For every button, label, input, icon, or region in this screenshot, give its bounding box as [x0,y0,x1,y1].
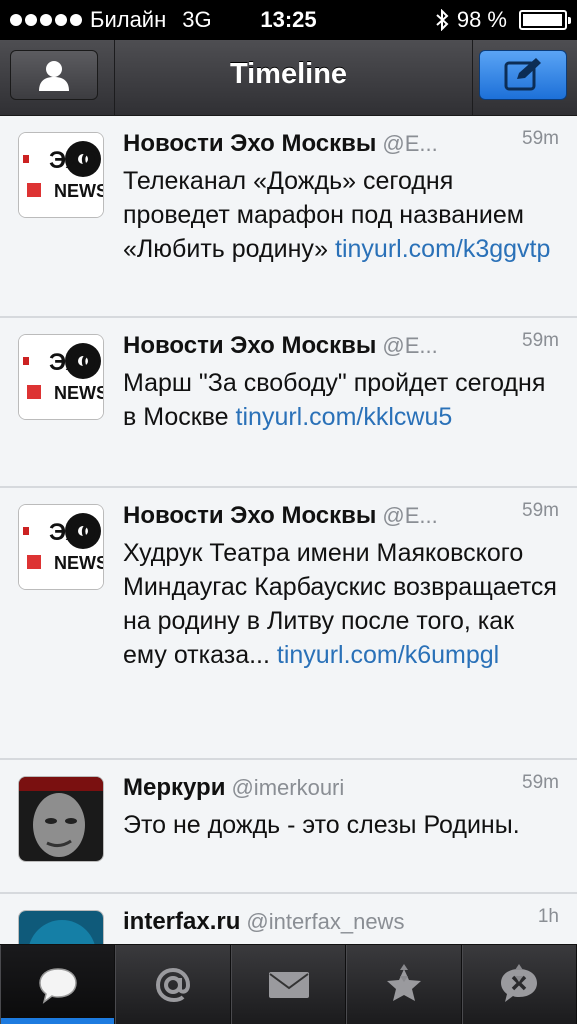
chevron-updown-icon [399,964,408,982]
status-right: 98 % [435,7,571,33]
tweet-text: Телеканал «Дождь» сегодня проведет мараф… [123,164,563,266]
tweet-header: Новости Эхо Москвы @E... [123,332,565,366]
tweet-timestamp: 59m [522,330,559,351]
tweet-author-name: interfax.ru [123,908,241,935]
tab-favorites[interactable] [346,945,462,1024]
logo-echo-text: ЭХО [49,349,100,376]
tweet-link[interactable]: tinyurl.com/k3ggvtp [335,235,550,263]
chevron-updown-icon [515,964,524,982]
tweet-timestamp: 59m [522,500,559,521]
tweet-author-handle: @E... [382,503,438,528]
tweet-author-handle: @E... [382,333,438,358]
tab-bar [0,944,577,1024]
timeline-list[interactable]: ЭХО NEWS Новости Эхо Москвы @E... 59m Тел… [0,116,577,944]
bluetooth-icon [436,9,449,31]
tweet-author-name: Новости Эхо Москвы [123,130,377,157]
tweet-author-name: Новости Эхо Москвы [123,332,377,359]
compose-icon [504,58,541,91]
tweet-cell[interactable]: ЭХО NEWS Новости Эхо Москвы @E... 59m Тел… [0,116,577,318]
logo-echo-text: ЭХО [49,519,100,546]
logo-echo-text: ЭХО [49,147,100,174]
tweet-cell[interactable]: interfax.ru @interfax_news 1h [0,894,577,944]
tweet-author-handle: @E... [382,131,438,156]
tweet-timestamp: 59m [522,128,559,149]
tweet-header: Меркури @imerkouri [123,774,565,808]
tab-muted[interactable] [461,945,577,1024]
tweet-cell[interactable]: ЭХО NEWS Новости Эхо Москвы @E... 59m Мар… [0,318,577,488]
logo-news-text: NEWS [54,553,104,573]
tweet-author-handle: @interfax_news [246,909,405,934]
echo-news-logo[interactable]: ЭХО NEWS [18,504,104,590]
tweet-header: interfax.ru @interfax_news [123,908,565,942]
compose-button[interactable] [479,50,567,100]
user-photo[interactable] [18,776,104,862]
tab-messages[interactable] [230,945,347,1024]
tweet-author-handle: @imerkouri [231,775,345,800]
tab-mentions[interactable] [115,945,231,1024]
tweet-cell[interactable]: ЭХО NEWS Новости Эхо Москвы @E... 59m Худ… [0,488,577,760]
echo-news-logo[interactable]: ЭХО NEWS [18,132,104,218]
tweet-author-name: Новости Эхо Москвы [123,502,377,529]
tweet-header: Новости Эхо Москвы @E... [123,130,565,164]
at-sign-icon [156,967,191,1002]
logo-news-text: NEWS [54,383,104,403]
tweet-cell[interactable]: Меркури @imerkouri 59m Это не дождь - это… [0,760,577,894]
tweet-link[interactable]: tinyurl.com/kklcwu5 [236,403,453,431]
nav-divider-right [472,40,473,115]
tweet-header: Новости Эхо Москвы @E... [123,502,565,536]
interfax-logo[interactable] [18,910,104,944]
tweet-text: Худрук Театра имени Маяковского Миндауга… [123,536,563,672]
battery-icon [519,10,571,30]
echo-news-logo[interactable]: ЭХО NEWS [18,334,104,420]
tab-timeline[interactable] [0,945,116,1024]
battery-percent: 98 % [456,7,507,32]
tweet-text-content: Это не дождь - это слезы Родины. [123,811,520,839]
status-bar: Билайн 3G 13:25 98 % [0,0,577,40]
logo-news-text: NEWS [54,181,104,201]
tweet-text: Марш "За свободу" пройдет сегодня в Моск… [123,366,563,434]
tweet-text: Это не дождь - это слезы Родины. [123,808,563,842]
envelope-icon [268,971,309,998]
navigation-bar: Timeline [0,40,577,116]
tweet-timestamp: 1h [537,906,559,927]
tweet-link[interactable]: tinyurl.com/k6umpgl [277,641,499,669]
tweet-author-name: Меркури [123,774,226,801]
speech-bubble-icon [38,967,77,1004]
tweet-timestamp: 59m [522,772,559,793]
